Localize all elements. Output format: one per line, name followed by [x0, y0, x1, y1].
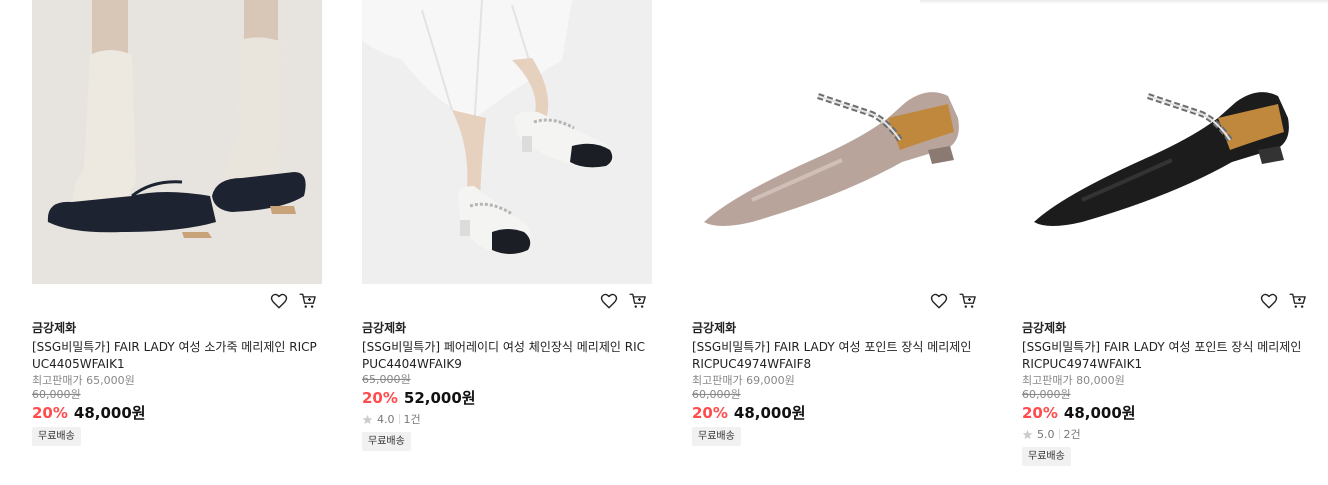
price-row: 20% 48,000원	[1022, 403, 1312, 423]
product-card: 금강제화 [SSG비밀특가] FAIR LADY 여성 포인트 장식 메리제인 …	[692, 0, 982, 446]
sale-price: 48,000원	[73, 404, 146, 422]
heart-icon[interactable]	[269, 291, 289, 311]
rating-row: 4.0 1건	[362, 410, 652, 428]
discount-rate: 20%	[362, 389, 398, 407]
product-name[interactable]: [SSG비밀특가] FAIR LADY 여성 포인트 장식 메리제인 RICPU…	[1022, 339, 1312, 373]
rating-score: 5.0	[1037, 427, 1055, 441]
product-card: 금강제화 [SSG비밀특가] FAIR LADY 여성 소가죽 메리제인 RIC…	[32, 0, 322, 446]
shipping-badge: 무료배송	[362, 432, 411, 451]
rating-score: 4.0	[377, 412, 395, 426]
cart-icon[interactable]	[298, 291, 318, 311]
sale-price: 48,000원	[1063, 404, 1136, 422]
discount-rate: 20%	[32, 404, 68, 422]
shipping-badge: 무료배송	[1022, 447, 1071, 466]
cart-icon[interactable]	[628, 291, 648, 311]
price-row: 20% 48,000원	[32, 403, 322, 423]
max-price: 최고판매가 65,000원	[32, 374, 135, 387]
brand-name: 금강제화	[692, 321, 737, 335]
heart-icon[interactable]	[1259, 291, 1279, 311]
brand-name: 금강제화	[362, 321, 407, 335]
product-name[interactable]: [SSG비밀특가] FAIR LADY 여성 소가죽 메리제인 RICPUC44…	[32, 339, 322, 373]
product-image[interactable]	[362, 0, 652, 284]
heart-icon[interactable]	[929, 291, 949, 311]
rating-row: 5.0 2건	[1022, 425, 1312, 443]
cart-icon[interactable]	[1288, 291, 1308, 311]
original-price: 60,000원	[692, 388, 741, 401]
product-name[interactable]: [SSG비밀특가] FAIR LADY 여성 포인트 장식 메리제인 RICPU…	[692, 339, 982, 373]
review-count[interactable]: 2건	[1064, 426, 1081, 442]
product-card: 금강제화 [SSG비밀특가] 페어레이디 여성 체인장식 메리제인 RICPUC…	[362, 0, 652, 451]
original-price: 60,000원	[32, 388, 81, 401]
divider	[398, 414, 400, 424]
star-icon	[1022, 429, 1033, 439]
price-row: 20% 52,000원	[362, 388, 652, 408]
review-count[interactable]: 1건	[404, 411, 421, 427]
shipping-badge: 무료배송	[32, 427, 81, 446]
product-image[interactable]	[692, 0, 982, 284]
star-icon	[362, 414, 373, 424]
product-image[interactable]	[1022, 0, 1312, 284]
max-price: 최고판매가 80,000원	[1022, 374, 1125, 387]
brand-name: 금강제화	[32, 321, 77, 335]
original-price: 60,000원	[1022, 388, 1071, 401]
dropdown-shadow	[920, 0, 1328, 4]
discount-rate: 20%	[1022, 404, 1058, 422]
product-image[interactable]	[32, 0, 322, 284]
product-actions	[692, 284, 982, 316]
heart-icon[interactable]	[599, 291, 619, 311]
divider	[1058, 429, 1060, 439]
product-card: 금강제화 [SSG비밀특가] FAIR LADY 여성 포인트 장식 메리제인 …	[1022, 0, 1312, 466]
product-grid: 금강제화 [SSG비밀특가] FAIR LADY 여성 소가죽 메리제인 RIC…	[32, 0, 1312, 485]
product-actions	[32, 284, 322, 316]
brand-name: 금강제화	[1022, 321, 1067, 335]
product-actions	[1022, 284, 1312, 316]
discount-rate: 20%	[692, 404, 728, 422]
price-row: 20% 48,000원	[692, 403, 982, 423]
shipping-badge: 무료배송	[692, 427, 741, 446]
cart-icon[interactable]	[958, 291, 978, 311]
product-name[interactable]: [SSG비밀특가] 페어레이디 여성 체인장식 메리제인 RICPUC4404W…	[362, 339, 652, 373]
sale-price: 48,000원	[733, 404, 806, 422]
sale-price: 52,000원	[403, 389, 476, 407]
original-price: 65,000원	[362, 373, 411, 386]
max-price: 최고판매가 69,000원	[692, 374, 795, 387]
product-actions	[362, 284, 652, 316]
